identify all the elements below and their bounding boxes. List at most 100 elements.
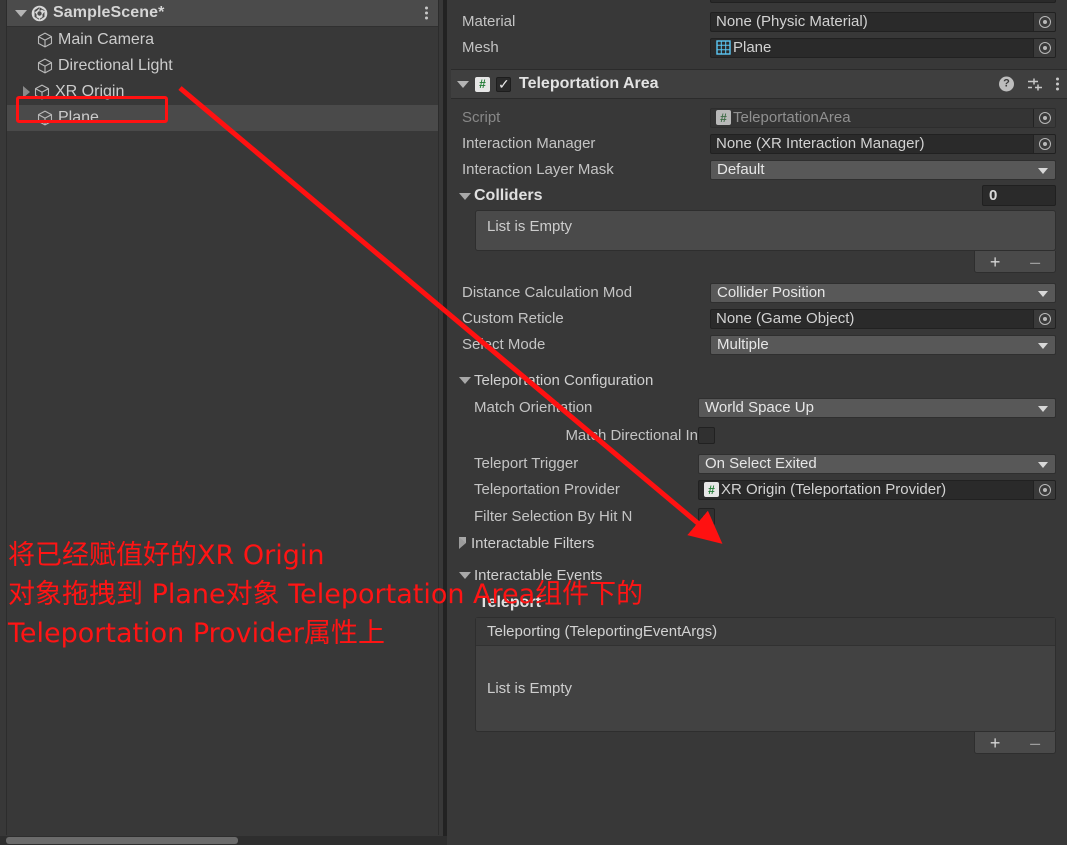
row-match-directional-input: Match Directional In (451, 420, 1067, 450)
mesh-object-field[interactable]: Plane (710, 37, 1056, 58)
interaction-manager-object-field[interactable]: None (XR Interaction Manager) (710, 133, 1056, 154)
component-header-teleportation-area[interactable]: # Teleportation Area ? (451, 69, 1067, 99)
custom-reticle-object-field[interactable]: None (Game Object) (710, 308, 1056, 329)
teleporting-event-body: List is Empty (476, 646, 1055, 731)
scene-foldout-icon[interactable] (15, 9, 27, 17)
select-mode-value: Multiple (717, 336, 769, 353)
help-icon[interactable]: ? (999, 76, 1014, 92)
teleporting-add-button[interactable]: + (990, 734, 1001, 752)
interactable-events-foldout[interactable]: Interactable Events (451, 561, 1067, 589)
colliders-foldout-icon[interactable] (459, 192, 471, 200)
chevron-down-icon (1038, 167, 1048, 174)
teleporting-event-header: Teleporting (TeleportingEventArgs) (476, 618, 1055, 646)
interaction-manager-picker-icon[interactable] (1033, 134, 1055, 153)
material-object-field[interactable]: None (Physic Material) (710, 11, 1056, 32)
mesh-picker-icon[interactable] (1033, 38, 1055, 57)
interactable-filters-foldout[interactable]: Interactable Filters (451, 530, 1067, 556)
teleport-group-text: Teleport (479, 594, 541, 611)
interactable-filters-foldout-icon[interactable] (459, 537, 466, 549)
script-value: TeleportationArea (733, 109, 851, 126)
component-foldout-icon[interactable] (457, 80, 469, 88)
colliders-remove-button[interactable]: – (1030, 253, 1040, 271)
inspector-panel: Material None (Physic Material) Mesh Pla… (451, 0, 1067, 845)
match-directional-input-checkbox[interactable] (698, 426, 715, 444)
colliders-foldout[interactable]: Colliders 0 (451, 182, 1067, 210)
teleporting-event-list[interactable]: Teleporting (TeleportingEventArgs) List … (475, 617, 1056, 732)
row-select-mode: Select Mode Multiple (451, 331, 1067, 357)
unity-scene-icon (31, 5, 48, 22)
chevron-down-icon (1038, 461, 1048, 468)
label-match-orientation: Match Orientation (474, 398, 593, 416)
teleportation-configuration-label: Teleportation Configuration (474, 372, 654, 389)
interactable-events-foldout-icon[interactable] (459, 571, 471, 579)
distance-calculation-mode-value: Collider Position (717, 284, 826, 301)
teleportation-provider-script-icon: # (704, 482, 719, 497)
teleportation-provider-value: XR Origin (Teleportation Provider) (721, 481, 947, 498)
label-interaction-manager: Interaction Manager (462, 134, 596, 152)
material-picker-icon[interactable] (1033, 12, 1055, 31)
label-teleportation-provider: Teleportation Provider (474, 480, 620, 498)
label-custom-reticle: Custom Reticle (462, 309, 564, 327)
gameobject-cube-icon (36, 109, 54, 127)
match-orientation-dropdown[interactable]: World Space Up (698, 397, 1056, 418)
filter-selection-by-hit-normal-checkbox[interactable] (698, 507, 715, 525)
hierarchy-kebab-menu-icon[interactable] (425, 6, 428, 20)
hierarchy-hscroll-track[interactable] (0, 836, 447, 845)
teleporting-event-name: Teleporting (TeleportingEventArgs) (487, 623, 718, 640)
hierarchy-item-directional-light[interactable]: Directional Light (7, 53, 438, 79)
colliders-add-button[interactable]: + (990, 253, 1001, 271)
row-custom-reticle: Custom Reticle None (Game Object) (451, 305, 1067, 331)
expand-arrow-icon[interactable] (23, 86, 30, 98)
row-teleportation-provider: Teleportation Provider # XR Origin (Tele… (451, 476, 1067, 502)
interaction-layer-mask-dropdown[interactable]: Default (710, 159, 1056, 180)
chevron-down-icon (1038, 290, 1048, 297)
row-script: Script # TeleportationArea (451, 104, 1067, 130)
hierarchy-hscroll-thumb[interactable] (6, 837, 238, 844)
script-asset-icon: # (716, 110, 731, 125)
preset-settings-icon[interactable] (1027, 77, 1043, 91)
teleporting-remove-button[interactable]: – (1030, 734, 1040, 752)
custom-reticle-picker-icon[interactable] (1033, 309, 1055, 328)
teleport-trigger-dropdown[interactable]: On Select Exited (698, 453, 1056, 474)
teleportation-configuration-foldout-icon[interactable] (459, 377, 471, 384)
teleportation-provider-field[interactable]: # XR Origin (Teleportation Provider) (698, 479, 1056, 500)
label-script: Script (462, 108, 501, 126)
component-enabled-checkbox[interactable] (496, 75, 511, 93)
hierarchy-item-plane[interactable]: Plane (7, 105, 438, 131)
distance-calculation-mode-dropdown[interactable]: Collider Position (710, 282, 1056, 303)
script-picker-icon (1033, 108, 1055, 127)
colliders-list[interactable]: List is Empty (475, 210, 1056, 251)
row-interaction-manager: Interaction Manager None (XR Interaction… (451, 130, 1067, 156)
custom-reticle-value: None (Game Object) (716, 310, 855, 327)
component-kebab-menu-icon[interactable] (1056, 77, 1059, 91)
select-mode-dropdown[interactable]: Multiple (710, 334, 1056, 355)
colliders-list-buttons: + – (974, 251, 1056, 273)
hierarchy-panel: SampleScene* Main Camera Directional Lig… (0, 0, 447, 845)
colliders-count-field[interactable]: 0 (982, 185, 1056, 206)
colliders-list-wrapper: List is Empty + – (451, 210, 1067, 273)
label-select-mode: Select Mode (462, 335, 546, 353)
unity-editor-window: SampleScene* Main Camera Directional Lig… (0, 0, 1067, 845)
teleportation-provider-picker-icon[interactable] (1033, 480, 1055, 499)
material-value: None (Physic Material) (716, 13, 868, 30)
teleport-trigger-value: On Select Exited (705, 455, 817, 472)
row-interaction-layer-mask: Interaction Layer Mask Default (451, 156, 1067, 182)
hierarchy-item-xr-origin[interactable]: XR Origin (7, 79, 438, 105)
scene-name-label: SampleScene* (53, 4, 165, 21)
teleportation-configuration-foldout[interactable]: Teleportation Configuration (451, 367, 1067, 394)
label-mesh: Mesh (462, 38, 499, 56)
teleporting-event-buttons: + – (974, 732, 1056, 754)
row-teleport-trigger: Teleport Trigger On Select Exited (451, 450, 1067, 476)
gameobject-cube-icon (36, 31, 54, 49)
label-teleport-trigger: Teleport Trigger (474, 454, 579, 472)
label-interaction-layer-mask: Interaction Layer Mask (462, 160, 614, 178)
label-material: Material (462, 12, 516, 30)
colliders-label: Colliders (474, 187, 543, 204)
interactable-filters-label: Interactable Filters (471, 534, 595, 552)
chevron-down-icon (1038, 342, 1048, 349)
mesh-asset-icon (716, 40, 731, 55)
row-match-orientation: Match Orientation World Space Up (451, 394, 1067, 420)
hierarchy-item-main-camera[interactable]: Main Camera (7, 27, 438, 53)
interaction-manager-value: None (XR Interaction Manager) (716, 135, 925, 152)
hierarchy-scene-header[interactable]: SampleScene* (7, 0, 438, 27)
